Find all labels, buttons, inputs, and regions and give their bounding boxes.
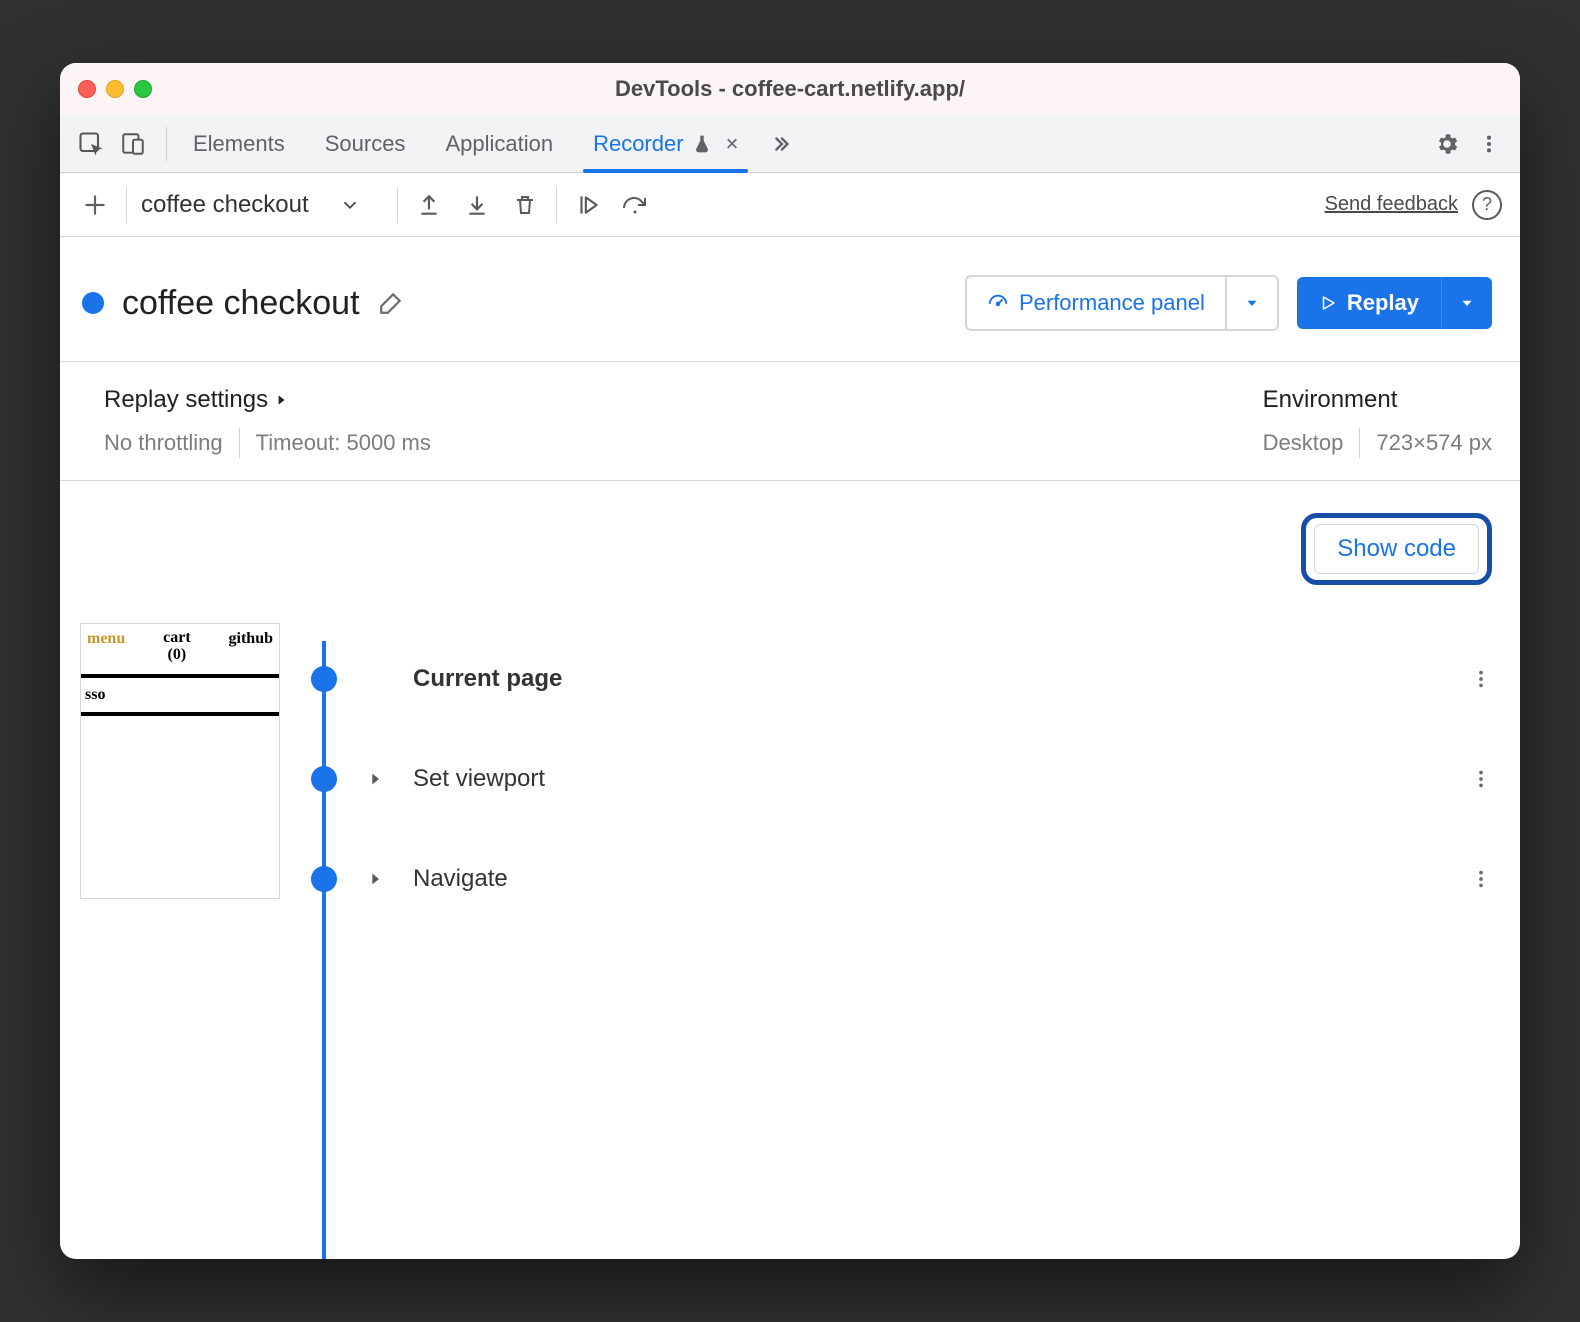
thumb-github: github (229, 630, 273, 664)
window-minimize-button[interactable] (106, 80, 124, 98)
chevron-right-icon (365, 871, 385, 887)
show-code-button[interactable]: Show code (1314, 524, 1479, 574)
delete-icon[interactable] (508, 188, 542, 222)
devtools-window: DevTools - coffee-cart.netlify.app/ Elem… (60, 63, 1520, 1259)
help-icon[interactable]: ? (1472, 190, 1502, 220)
thumb-item: sso (81, 686, 279, 704)
new-recording-button[interactable] (78, 188, 112, 222)
window-zoom-button[interactable] (134, 80, 152, 98)
section-label: Replay settings (104, 386, 268, 414)
thumb-cart: cart(0) (163, 630, 191, 664)
step-current-page[interactable]: Current page (304, 629, 1492, 729)
step-navigate[interactable]: Navigate (304, 829, 1492, 929)
step-play-icon[interactable] (571, 188, 605, 222)
replay-button[interactable]: Replay (1297, 277, 1442, 329)
tab-label: Sources (325, 131, 406, 157)
flask-icon (692, 134, 712, 154)
timeout-value: Timeout: 5000 ms (256, 430, 431, 456)
edit-title-button[interactable] (378, 290, 404, 316)
devtools-tabsbar: Elements Sources Application Recorder × (60, 115, 1520, 173)
tab-label: Recorder (593, 131, 683, 157)
export-icon[interactable] (412, 188, 446, 222)
tab-sources[interactable]: Sources (319, 115, 412, 172)
separator (166, 127, 167, 161)
tab-application[interactable]: Application (439, 115, 559, 172)
thumb-menu: menu (87, 630, 125, 664)
step-over-icon[interactable] (619, 188, 653, 222)
window-titlebar: DevTools - coffee-cart.netlify.app/ (60, 63, 1520, 115)
button-label: Performance panel (1019, 290, 1205, 316)
throttling-value: No throttling (104, 430, 223, 456)
performance-panel-dropdown[interactable] (1227, 277, 1277, 329)
recording-dot-icon (82, 292, 104, 314)
step-label: Navigate (413, 865, 508, 893)
timeline-node (311, 766, 337, 792)
steps-timeline: Current page Set viewport Navigate (304, 623, 1492, 1259)
recording-title: coffee checkout (122, 284, 360, 323)
step-label: Current page (413, 665, 562, 693)
recording-settings: Replay settings No throttling Timeout: 5… (60, 362, 1520, 481)
chevron-right-icon (274, 393, 288, 407)
inspect-element-icon[interactable] (70, 123, 112, 165)
step-menu-icon[interactable] (1470, 868, 1492, 890)
replay-group: Replay (1297, 277, 1492, 329)
viewport-value: 723×574 px (1376, 430, 1492, 456)
show-code-highlight: Show code (1301, 513, 1492, 585)
timeline-node (311, 866, 337, 892)
actions-row: Show code (60, 481, 1520, 593)
recorder-toolbar: coffee checkout Send feedback ? (60, 173, 1520, 237)
replay-settings-toggle[interactable]: Replay settings (104, 386, 431, 414)
send-feedback-link[interactable]: Send feedback (1325, 193, 1458, 216)
kebab-menu-icon[interactable] (1468, 123, 1510, 165)
recording-selector[interactable]: coffee checkout (141, 191, 309, 219)
environment-label: Environment (1263, 386, 1398, 414)
window-title: DevTools - coffee-cart.netlify.app/ (60, 76, 1520, 102)
step-menu-icon[interactable] (1470, 668, 1492, 690)
import-icon[interactable] (460, 188, 494, 222)
device-toolbar-icon[interactable] (112, 123, 154, 165)
screenshot-thumbnail: menu cart(0) github sso (80, 623, 280, 1259)
device-value: Desktop (1263, 430, 1344, 456)
performance-panel-button[interactable]: Performance panel (967, 277, 1227, 329)
window-close-button[interactable] (78, 80, 96, 98)
tab-elements[interactable]: Elements (187, 115, 291, 172)
replay-dropdown[interactable] (1442, 277, 1492, 329)
button-label: Replay (1347, 290, 1419, 316)
tab-label: Application (445, 131, 553, 157)
more-tabs-icon[interactable] (760, 123, 802, 165)
performance-panel-group: Performance panel (965, 275, 1279, 331)
close-icon[interactable]: × (726, 131, 739, 157)
timeline-node (311, 666, 337, 692)
settings-gear-icon[interactable] (1426, 123, 1468, 165)
recording-header: coffee checkout Performance panel Replay (60, 237, 1520, 362)
step-set-viewport[interactable]: Set viewport (304, 729, 1492, 829)
tab-label: Elements (193, 131, 285, 157)
step-menu-icon[interactable] (1470, 768, 1492, 790)
steps-area: menu cart(0) github sso Current page (60, 593, 1520, 1259)
chevron-right-icon (365, 771, 385, 787)
tab-recorder[interactable]: Recorder × (587, 115, 744, 172)
step-label: Set viewport (413, 765, 545, 793)
